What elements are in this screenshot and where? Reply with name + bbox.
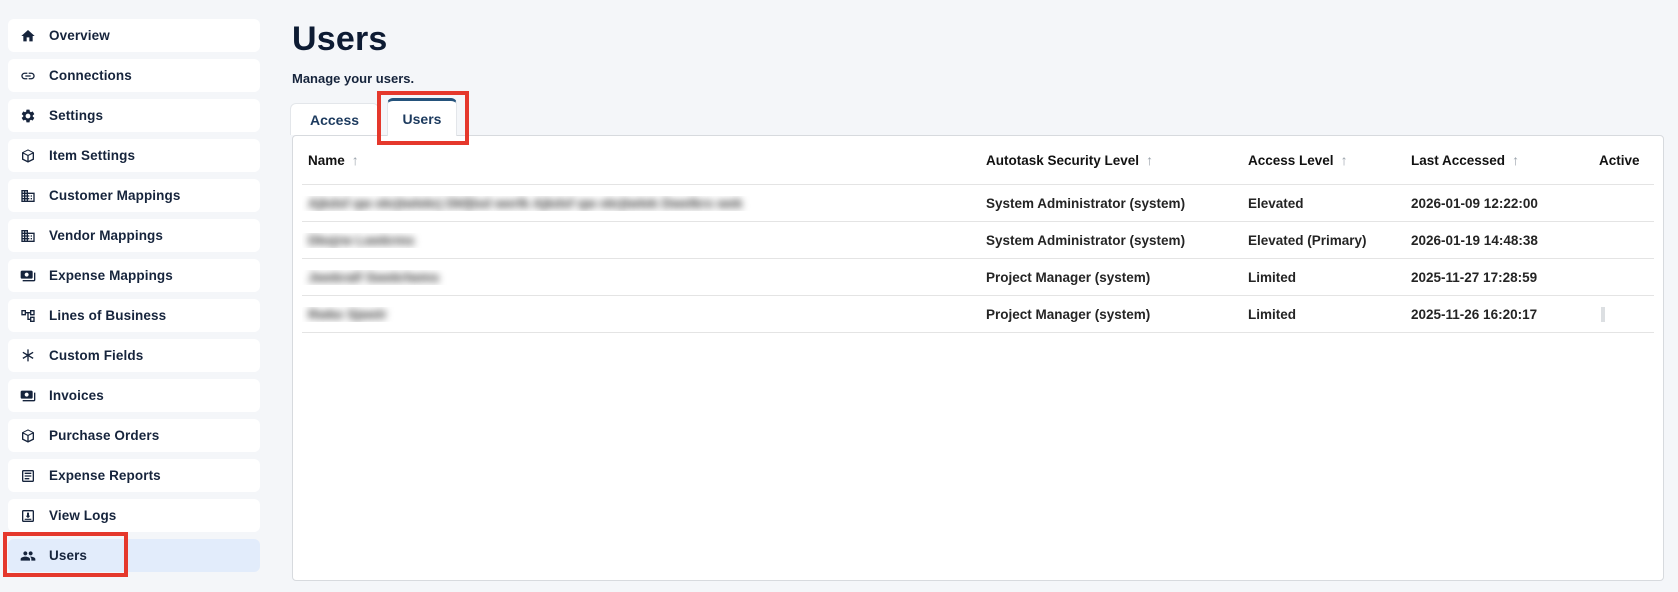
payments-icon bbox=[20, 388, 36, 404]
building-icon bbox=[20, 228, 36, 244]
user-name-blurred: Dkejrw Lwekrms bbox=[308, 233, 415, 248]
access-level-cell: Limited bbox=[1248, 270, 1411, 285]
security-level-cell: System Administrator (system) bbox=[986, 196, 1248, 211]
sidebar-item-purchase-orders[interactable]: Purchase Orders bbox=[8, 419, 260, 452]
active-checkbox[interactable] bbox=[1601, 307, 1605, 322]
building-icon bbox=[20, 188, 36, 204]
sidebar-item-label: Item Settings bbox=[49, 148, 135, 163]
table-row[interactable]: Ajkdsf qw ekrjtwlekrj Dkfjlsd werlk Ajkd… bbox=[302, 185, 1654, 222]
sort-arrow-icon[interactable]: ↑ bbox=[1512, 152, 1519, 168]
security-level-cell: Project Manager (system) bbox=[986, 270, 1248, 285]
sidebar-item-label: Lines of Business bbox=[49, 308, 166, 323]
app-screen: Overview Connections Settings Item Setti… bbox=[0, 0, 1678, 592]
sidebar-item-item-settings[interactable]: Item Settings bbox=[8, 139, 260, 172]
sidebar-item-label: Purchase Orders bbox=[49, 428, 159, 443]
sidebar-item-lines-of-business[interactable]: Lines of Business bbox=[8, 299, 260, 332]
column-header-last-accessed[interactable]: Last Accessed ↑ bbox=[1411, 152, 1599, 168]
sidebar-item-label: Overview bbox=[49, 28, 110, 43]
security-level-cell: System Administrator (system) bbox=[986, 233, 1248, 248]
user-name-blurred: Rwke Sjwelr bbox=[308, 307, 387, 322]
sidebar-item-vendor-mappings[interactable]: Vendor Mappings bbox=[8, 219, 260, 252]
asterisk-icon bbox=[20, 348, 36, 364]
sidebar-item-label: Expense Reports bbox=[49, 468, 161, 483]
sidebar-item-users[interactable]: Users bbox=[8, 539, 260, 572]
sidebar-item-custom-fields[interactable]: Custom Fields bbox=[8, 339, 260, 372]
link-icon bbox=[20, 68, 36, 84]
tab-users[interactable]: Users bbox=[387, 98, 457, 136]
sidebar-item-expense-reports[interactable]: Expense Reports bbox=[8, 459, 260, 492]
access-level-cell: Elevated bbox=[1248, 196, 1411, 211]
column-header-active: Active bbox=[1599, 153, 1654, 168]
document-icon bbox=[20, 468, 36, 484]
table-row[interactable]: Dkejrw Lwekrms System Administrator (sys… bbox=[302, 222, 1654, 259]
table-row[interactable]: Rwke Sjwelr Project Manager (system) Lim… bbox=[302, 296, 1654, 333]
page-subtitle: Manage your users. bbox=[292, 71, 414, 86]
sidebar-item-invoices[interactable]: Invoices bbox=[8, 379, 260, 412]
access-level-cell: Limited bbox=[1248, 307, 1411, 322]
users-table: Name ↑ Autotask Security Level ↑ Access … bbox=[302, 136, 1654, 333]
user-name-blurred: Ajkdsf qw ekrjtwlekrj Dkfjlsd werlk Ajkd… bbox=[308, 196, 743, 211]
access-level-cell: Elevated (Primary) bbox=[1248, 233, 1411, 248]
gear-icon bbox=[20, 108, 36, 124]
user-name-blurred: Jwekralf Swekrlwms bbox=[308, 270, 439, 285]
sidebar-nav: Overview Connections Settings Item Setti… bbox=[8, 19, 260, 579]
package-icon bbox=[20, 148, 36, 164]
package-icon bbox=[20, 428, 36, 444]
sort-arrow-icon[interactable]: ↑ bbox=[1146, 152, 1153, 168]
last-accessed-cell: 2025-11-26 16:20:17 bbox=[1411, 307, 1599, 322]
log-icon bbox=[20, 508, 36, 524]
sidebar-item-customer-mappings[interactable]: Customer Mappings bbox=[8, 179, 260, 212]
table-row[interactable]: Jwekralf Swekrlwms Project Manager (syst… bbox=[302, 259, 1654, 296]
column-header-access-level[interactable]: Access Level ↑ bbox=[1248, 152, 1411, 168]
last-accessed-cell: 2026-01-19 14:48:38 bbox=[1411, 233, 1599, 248]
column-header-name[interactable]: Name ↑ bbox=[302, 152, 986, 168]
sidebar-item-label: Custom Fields bbox=[49, 348, 143, 363]
sidebar-item-label: Vendor Mappings bbox=[49, 228, 163, 243]
sidebar-item-view-logs[interactable]: View Logs bbox=[8, 499, 260, 532]
sidebar-item-label: Invoices bbox=[49, 388, 104, 403]
sidebar-item-label: Settings bbox=[49, 108, 103, 123]
sidebar-item-connections[interactable]: Connections bbox=[8, 59, 260, 92]
sidebar-item-label: Users bbox=[49, 548, 87, 563]
home-icon bbox=[20, 28, 36, 44]
sort-arrow-icon[interactable]: ↑ bbox=[1341, 152, 1348, 168]
security-level-cell: Project Manager (system) bbox=[986, 307, 1248, 322]
sidebar-item-expense-mappings[interactable]: Expense Mappings bbox=[8, 259, 260, 292]
last-accessed-cell: 2026-01-09 12:22:00 bbox=[1411, 196, 1599, 211]
column-header-security-level[interactable]: Autotask Security Level ↑ bbox=[986, 152, 1248, 168]
page-title: Users bbox=[292, 20, 388, 59]
payments-icon bbox=[20, 268, 36, 284]
sidebar-item-label: Customer Mappings bbox=[49, 188, 180, 203]
sidebar-item-label: Expense Mappings bbox=[49, 268, 173, 283]
sidebar-item-label: Connections bbox=[49, 68, 132, 83]
table-header-row: Name ↑ Autotask Security Level ↑ Access … bbox=[302, 136, 1654, 185]
last-accessed-cell: 2025-11-27 17:28:59 bbox=[1411, 270, 1599, 285]
people-icon bbox=[20, 548, 36, 564]
sidebar-item-label: View Logs bbox=[49, 508, 116, 523]
tab-access[interactable]: Access bbox=[290, 103, 379, 135]
sort-arrow-icon[interactable]: ↑ bbox=[352, 152, 359, 168]
sidebar-item-settings[interactable]: Settings bbox=[8, 99, 260, 132]
tree-icon bbox=[20, 308, 36, 324]
sidebar-item-overview[interactable]: Overview bbox=[8, 19, 260, 52]
